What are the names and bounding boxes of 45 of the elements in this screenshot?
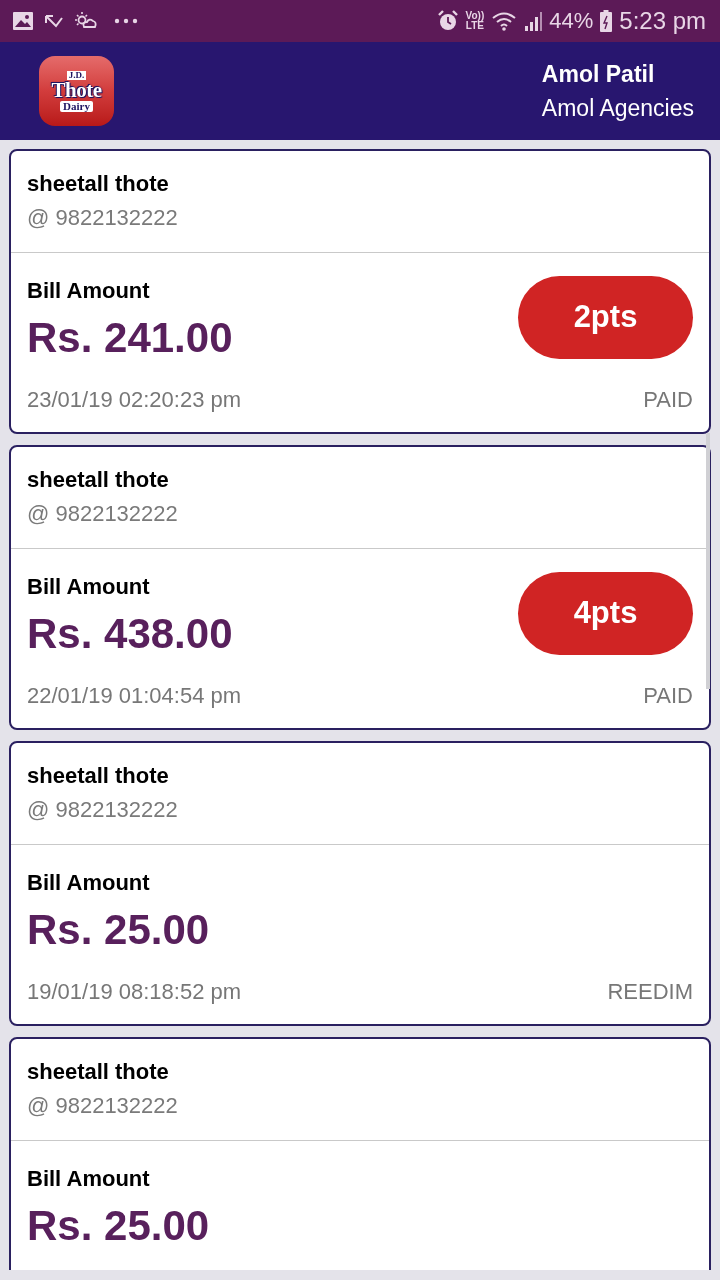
points-button[interactable]: 2pts: [518, 275, 693, 359]
battery-percent: 44%: [549, 10, 594, 32]
bill-status: PAID: [643, 682, 693, 710]
bill-date: 23/01/19 02:20:23 pm: [27, 386, 242, 414]
customer-phone: @ 9822132222: [27, 1092, 179, 1120]
bill-amount: Rs. 241.00: [27, 313, 233, 363]
image-icon: [12, 11, 34, 31]
volte-label: Vo)) LTE: [465, 11, 485, 31]
user-name: Amol Patil: [541, 60, 655, 89]
signal-icon: [524, 11, 543, 31]
bill-amount-label: Bill Amount: [27, 277, 151, 305]
wifi-icon: [491, 11, 518, 31]
bill-date: 19/01/19 08:18:52 pm: [27, 978, 242, 1006]
battery-icon: [600, 10, 613, 32]
bill-amount: Rs. 25.00: [27, 1201, 210, 1251]
customer-phone: @ 9822132222: [27, 500, 179, 528]
logo-subtitle: Dairy: [60, 100, 93, 112]
clock-time: 5:23 pm: [619, 9, 706, 33]
arrow-check-icon: [44, 13, 64, 29]
cloud-sun-icon: [74, 11, 98, 31]
bill-status: PAID: [643, 386, 693, 414]
bill-card[interactable]: sheetall thote @ 9822132222 Bill Amount Rs. 25.00 19/01/19 08:18:52 pm REEDIM: [9, 741, 711, 1026]
scrollbar-thumb[interactable]: [706, 433, 710, 689]
bill-date: 22/01/19 01:04:54 pm: [27, 682, 242, 710]
bill-amount: Rs. 438.00: [27, 609, 233, 659]
customer-name: sheetall thote: [27, 762, 170, 790]
bill-amount: Rs. 25.00: [27, 905, 210, 955]
bill-card[interactable]: sheetall thote @ 9822132222 Bill Amount Rs. 438.00 4pts 22/01/19 01:04:54 pm PAID: [9, 445, 711, 730]
bill-card[interactable]: sheetall thote @ 9822132222 Bill Amount Rs. 241.00 2pts 23/01/19 02:20:23 pm PAID: [9, 149, 711, 434]
agency-name: Amol Agencies: [541, 94, 694, 123]
logo-initials: J.D.: [66, 70, 87, 80]
bill-amount-label: Bill Amount: [27, 1165, 151, 1193]
customer-phone: @ 9822132222: [27, 204, 179, 232]
customer-name: sheetall thote: [27, 466, 170, 494]
customer-phone: @ 9822132222: [27, 796, 179, 824]
more-icon: [114, 18, 138, 24]
bill-card[interactable]: sheetall thote @ 9822132222 Bill Amount Rs. 25.00: [9, 1037, 711, 1270]
alarm-icon: [436, 10, 459, 32]
logo-title: Thote: [51, 79, 102, 101]
customer-name: sheetall thote: [27, 1058, 170, 1086]
customer-name: sheetall thote: [27, 170, 170, 198]
bill-amount-label: Bill Amount: [27, 869, 151, 897]
bill-amount-label: Bill Amount: [27, 573, 151, 601]
points-button[interactable]: 4pts: [518, 571, 693, 655]
bill-status: REEDIM: [607, 978, 693, 1006]
